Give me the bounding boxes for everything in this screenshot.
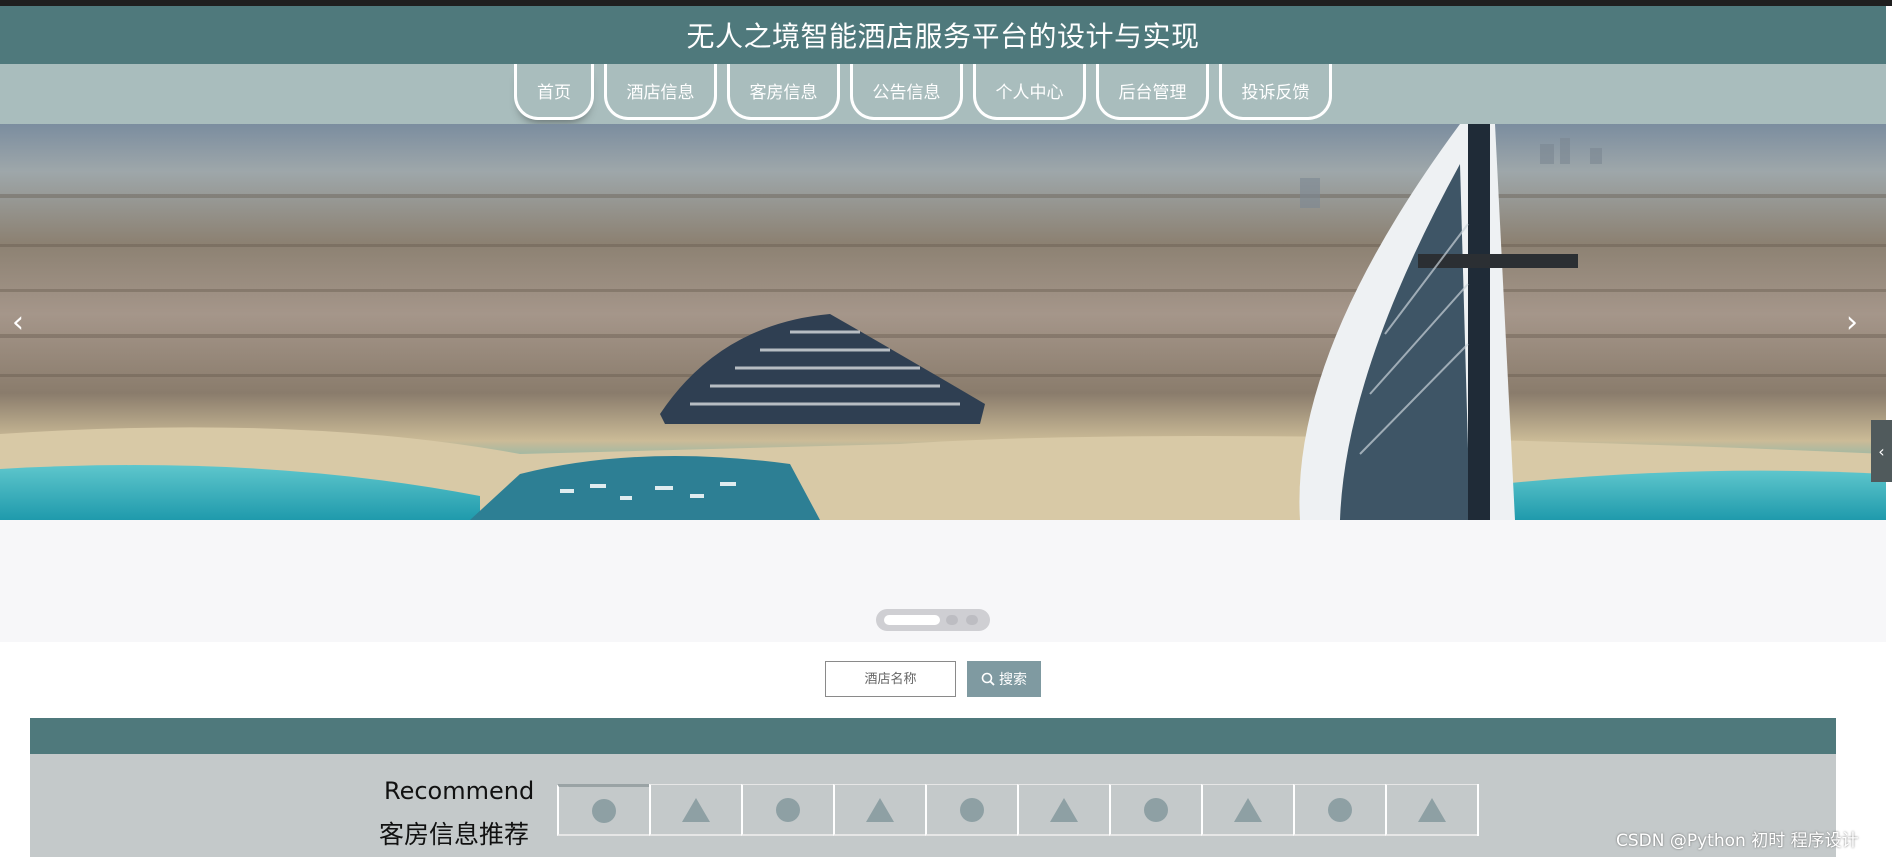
- site-title: 无人之境智能酒店服务平台的设计与实现: [686, 20, 1200, 53]
- site-header: 无人之境智能酒店服务平台的设计与实现: [0, 6, 1886, 64]
- hotel-name-search-input[interactable]: [825, 661, 956, 697]
- tab-strip-end: [1477, 784, 1479, 836]
- recommend-tab[interactable]: [1109, 784, 1201, 836]
- recommend-title-cn: 客房信息推荐: [379, 820, 530, 849]
- banner-image: [0, 124, 1886, 520]
- main-nav: 首页 酒店信息 客房信息 公告信息 个人中心 后台管理 投诉反馈: [0, 64, 1886, 124]
- chevron-left-icon: ‹: [12, 304, 24, 340]
- recommend-tab[interactable]: [557, 784, 649, 836]
- circle-icon: [592, 798, 616, 823]
- nav-item-home[interactable]: 首页: [514, 64, 594, 120]
- recommend-tab[interactable]: [741, 784, 833, 836]
- triangle-icon: [1234, 797, 1262, 822]
- triangle-icon: [1050, 797, 1078, 822]
- recommend-title-en: Recommend: [384, 777, 535, 805]
- pagination-dot[interactable]: [966, 615, 978, 625]
- watermark: CSDN @Python 初时 程序设计: [1616, 831, 1859, 851]
- search-button-label: 搜索: [999, 672, 1027, 688]
- nav-item-hotel-info[interactable]: 酒店信息: [604, 64, 717, 120]
- recommend-tab[interactable]: [649, 784, 741, 836]
- circle-icon: [1328, 797, 1352, 822]
- triangle-icon: [866, 797, 894, 822]
- nav-item-admin[interactable]: 后台管理: [1096, 64, 1209, 120]
- recommend-tab[interactable]: [1293, 784, 1385, 836]
- banner-next-button[interactable]: ›: [1834, 302, 1870, 342]
- circle-icon: [776, 797, 800, 822]
- recommend-section-header: [30, 718, 1836, 754]
- recommend-tab[interactable]: [1385, 784, 1477, 836]
- nav-item-room-info[interactable]: 客房信息: [727, 64, 840, 120]
- side-drawer-toggle[interactable]: ‹: [1871, 420, 1892, 482]
- circle-icon: [960, 797, 984, 822]
- recommend-tab[interactable]: [1017, 784, 1109, 836]
- nav-item-personal-center[interactable]: 个人中心: [973, 64, 1086, 120]
- triangle-icon: [682, 797, 710, 822]
- recommend-tab-strip: [557, 784, 1479, 836]
- search-icon: [981, 672, 995, 686]
- recommend-tab[interactable]: [1201, 784, 1293, 836]
- circle-icon: [1144, 797, 1168, 822]
- triangle-icon: [1418, 797, 1446, 822]
- banner-pagination: [876, 609, 990, 631]
- pagination-dot-active[interactable]: [884, 615, 940, 625]
- chevron-left-icon: ‹: [1878, 441, 1885, 461]
- recommend-tab[interactable]: [925, 784, 1017, 836]
- chevron-right-icon: ›: [1846, 304, 1858, 340]
- nav-item-notice-info[interactable]: 公告信息: [850, 64, 963, 120]
- nav-item-complaint-feedback[interactable]: 投诉反馈: [1219, 64, 1332, 120]
- hero-banner: ‹ ›: [0, 124, 1886, 520]
- banner-prev-button[interactable]: ‹: [0, 302, 36, 342]
- recommend-tab[interactable]: [833, 784, 925, 836]
- nav-list: 首页 酒店信息 客房信息 公告信息 个人中心 后台管理 投诉反馈: [514, 64, 1332, 120]
- pagination-dot[interactable]: [946, 615, 958, 625]
- search-button[interactable]: 搜索: [967, 661, 1041, 697]
